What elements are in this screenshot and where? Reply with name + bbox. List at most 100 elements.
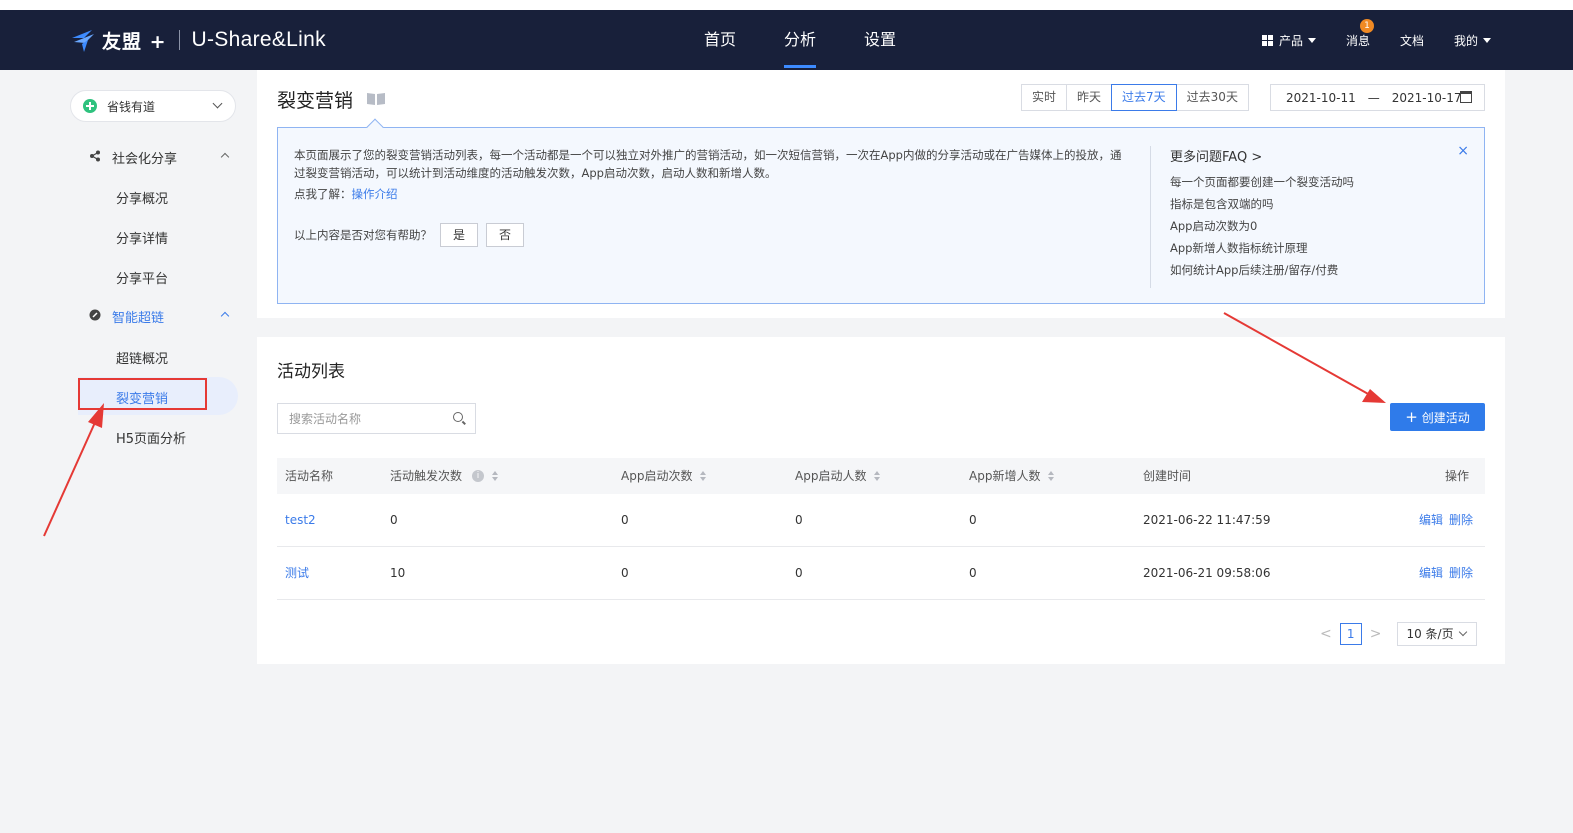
- create-activity-button[interactable]: + 创建活动: [1390, 403, 1485, 431]
- cell-app-new-users: 0: [969, 566, 977, 580]
- activity-name-link[interactable]: test2: [285, 494, 316, 547]
- sidebar-item-share-overview[interactable]: 分享概况: [116, 188, 168, 207]
- caret-down-icon: [1483, 37, 1491, 43]
- chevron-down-icon: [212, 98, 223, 109]
- next-page-button[interactable]: >: [1370, 626, 1382, 642]
- faq-item[interactable]: 每一个页面都要创建一个裂变活动吗: [1170, 171, 1354, 193]
- app-icon: [83, 99, 97, 113]
- time-tab-realtime[interactable]: 实时: [1021, 84, 1068, 111]
- logo[interactable]: 友盟 + U-Share&Link: [70, 24, 326, 56]
- annotation-highlight-box: [78, 378, 207, 410]
- edit-link[interactable]: 编辑: [1419, 566, 1443, 580]
- feedback-no-button[interactable]: 否: [486, 223, 524, 247]
- time-tab-last-30-days[interactable]: 过去30天: [1175, 84, 1249, 111]
- col-created-time: 创建时间: [1143, 458, 1191, 494]
- sort-icon[interactable]: [492, 471, 499, 481]
- sort-icon[interactable]: [874, 471, 881, 481]
- info-icon[interactable]: i: [472, 470, 485, 482]
- messages-label: 消息: [1345, 33, 1370, 48]
- col-app-launches[interactable]: App启动次数: [621, 458, 707, 494]
- col-label: 操作: [1444, 469, 1469, 483]
- close-icon[interactable]: ×: [1457, 143, 1469, 159]
- learn-prefix: 点我了解：: [294, 187, 352, 201]
- user-menu[interactable]: 我的: [1454, 32, 1491, 49]
- sidebar-item-h5-analysis[interactable]: H5页面分析: [116, 428, 186, 447]
- edit-link[interactable]: 编辑: [1419, 513, 1443, 527]
- cell-app-launch-users: 0: [795, 513, 803, 527]
- app-selector[interactable]: 省钱有道: [70, 90, 236, 122]
- col-activity-name: 活动名称: [285, 458, 333, 494]
- link-icon: [88, 309, 102, 324]
- page-title: 裂变营销: [277, 90, 354, 112]
- col-label: 创建时间: [1143, 469, 1192, 483]
- logo-divider: [178, 30, 180, 50]
- sidebar-group-smart-link[interactable]: 智能超链: [88, 306, 230, 326]
- row-actions: 编辑 删除: [1413, 547, 1473, 600]
- time-tab-yesterday[interactable]: 昨天: [1066, 84, 1113, 111]
- user-menu-label: 我的: [1453, 33, 1478, 48]
- table-row: 测试 10 0 0 0 2021-06-21 09:58:06 编辑 删除: [277, 547, 1485, 600]
- share-icon: [88, 150, 102, 165]
- nav-home[interactable]: 首页: [680, 10, 760, 70]
- info-learn-more: 点我了解：操作介绍: [294, 186, 398, 202]
- delete-link[interactable]: 删除: [1449, 513, 1473, 527]
- sidebar-group-social-share[interactable]: 社会化分享: [88, 147, 230, 167]
- header-right: 产品 消息 1 文档 我的: [1261, 10, 1573, 70]
- top-header: 友盟 + U-Share&Link 首页 分析 设置 产品 消息 1 文档 我的: [0, 10, 1573, 70]
- sort-icon[interactable]: [700, 471, 707, 481]
- feedback-yes-button[interactable]: 是: [440, 223, 478, 247]
- docs-link[interactable]: 文档: [1400, 32, 1424, 49]
- search-box: [277, 403, 476, 434]
- cell-trigger-count: 10: [390, 566, 406, 580]
- date-end: 2021-10-17: [1391, 90, 1462, 105]
- info-description: 本页面展示了您的裂变营销活动列表，每一个活动都是一个可以独立对外推广的营销活动，…: [294, 148, 1122, 180]
- activity-name-link[interactable]: 测试: [285, 547, 309, 600]
- chevron-up-icon: [220, 311, 230, 321]
- sidebar-item-share-platform[interactable]: 分享平台: [116, 268, 168, 287]
- list-title: 活动列表: [277, 362, 345, 382]
- info-panel: 本页面展示了您的裂变营销活动列表，每一个活动都是一个可以独立对外推广的营销活动，…: [277, 118, 1485, 304]
- page-number-button[interactable]: 1: [1339, 623, 1362, 645]
- brand-name: 友盟 +: [102, 30, 167, 53]
- operation-guide-link[interactable]: 操作介绍: [352, 187, 398, 201]
- time-tab-last-7-days[interactable]: 过去7天: [1111, 84, 1177, 111]
- page-size-value: 10 条/页: [1406, 627, 1454, 641]
- cell-trigger-count: 0: [390, 513, 398, 527]
- cell-app-launch-users: 0: [795, 566, 803, 580]
- plus-icon: +: [1405, 408, 1418, 426]
- faq-item[interactable]: 指标是包含双端的吗: [1170, 193, 1354, 215]
- products-menu[interactable]: 产品: [1261, 32, 1316, 49]
- faq-item[interactable]: 如何统计App后续注册/留存/付费: [1170, 259, 1354, 281]
- sort-icon[interactable]: [1048, 471, 1055, 481]
- sidebar-item-link-overview[interactable]: 超链概况: [116, 348, 168, 367]
- sidebar-group-label: 智能超链: [112, 310, 165, 326]
- sidebar-item-share-details[interactable]: 分享详情: [116, 228, 168, 247]
- date-range-picker[interactable]: 2021-10-11 — 2021-10-17: [1270, 84, 1485, 111]
- nav-settings[interactable]: 设置: [840, 10, 920, 70]
- faq-title-link[interactable]: 更多问题FAQ >: [1170, 146, 1354, 165]
- book-icon[interactable]: [366, 92, 386, 106]
- date-separator: —: [1367, 90, 1380, 105]
- prev-page-button[interactable]: <: [1320, 626, 1332, 642]
- info-panel-pointer: [366, 118, 384, 136]
- messages-link[interactable]: 消息 1: [1345, 18, 1374, 49]
- search-icon[interactable]: [453, 412, 463, 422]
- search-input[interactable]: [278, 404, 438, 433]
- create-activity-label: 创建活动: [1421, 410, 1470, 425]
- pagination: < 1 > 10 条/页: [1312, 622, 1478, 646]
- faq-item[interactable]: App新增人数指标统计原理: [1170, 237, 1354, 259]
- col-trigger-count[interactable]: 活动触发次数 i: [390, 458, 499, 494]
- overview-card: 裂变营销 实时 昨天 过去7天 过去30天 2021-10-11 — 2021-…: [257, 70, 1505, 318]
- nav-analysis[interactable]: 分析: [760, 10, 840, 70]
- cell-app-launches: 0: [621, 513, 629, 527]
- product-name: U-Share&Link: [191, 28, 326, 51]
- table-row: test2 0 0 0 0 2021-06-22 11:47:59 编辑 删除: [277, 494, 1485, 547]
- col-app-launch-users[interactable]: App启动人数: [795, 458, 881, 494]
- page-size-select[interactable]: 10 条/页: [1397, 622, 1478, 646]
- cell-app-new-users: 0: [969, 513, 977, 527]
- faq-item[interactable]: App启动次数为0: [1170, 215, 1354, 237]
- delete-link[interactable]: 删除: [1449, 566, 1473, 580]
- cell-created-time: 2021-06-22 11:47:59: [1143, 513, 1271, 527]
- col-app-new-users[interactable]: App新增人数: [969, 458, 1055, 494]
- sidebar: 省钱有道 社会化分享 分享概况 分享详情 分享平台 智能超链 超链概况 裂变营销…: [60, 70, 250, 833]
